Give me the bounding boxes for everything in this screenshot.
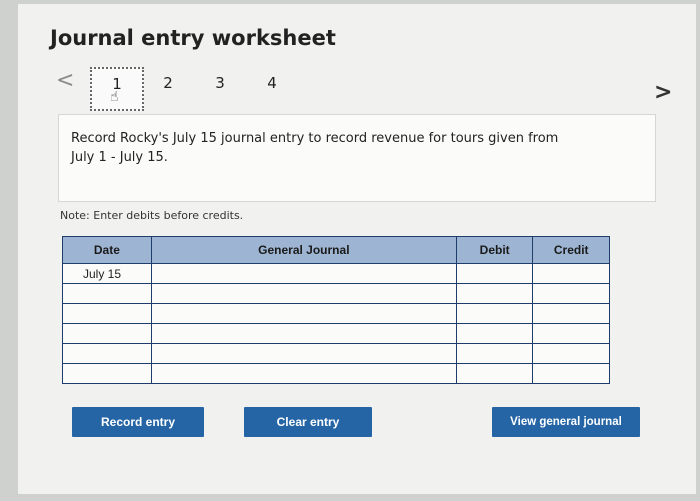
account-input[interactable]	[150, 343, 457, 364]
debit-input[interactable]	[455, 283, 534, 304]
account-input[interactable]	[150, 363, 457, 384]
credit-input[interactable]	[532, 343, 610, 364]
hand-pointer-icon: ☝	[110, 89, 119, 105]
table-row: July 15	[62, 263, 610, 284]
date-cell	[62, 303, 152, 324]
account-input[interactable]	[150, 263, 457, 284]
account-input[interactable]	[150, 323, 457, 344]
debit-input[interactable]	[455, 263, 534, 284]
previous-arrow-icon[interactable]: <	[56, 68, 74, 93]
table-row	[62, 343, 610, 364]
header-debit: Debit	[455, 236, 534, 264]
credit-input[interactable]	[532, 323, 610, 344]
note-text: Note: Enter debits before credits.	[60, 209, 244, 222]
tab-3[interactable]: 3	[210, 74, 230, 92]
page-title: Journal entry worksheet	[50, 26, 336, 50]
table-row	[62, 323, 610, 344]
date-cell	[62, 283, 152, 304]
header-general-journal: General Journal	[150, 236, 457, 264]
account-input[interactable]	[150, 303, 457, 324]
tab-4[interactable]: 4	[262, 74, 282, 92]
table-row	[62, 363, 610, 384]
tab-2[interactable]: 2	[158, 74, 178, 92]
debit-input[interactable]	[455, 303, 534, 324]
credit-input[interactable]	[532, 363, 610, 384]
date-cell	[62, 363, 152, 384]
table-header-row: Date General Journal Debit Credit	[62, 236, 610, 264]
debit-input[interactable]	[455, 363, 534, 384]
header-date: Date	[62, 236, 152, 264]
date-cell	[62, 343, 152, 364]
debit-input[interactable]	[455, 343, 534, 364]
journal-table: Date General Journal Debit Credit July 1…	[62, 236, 610, 384]
worksheet-panel: Journal entry worksheet < > 1 ☝ 2 3 4 Re…	[18, 4, 696, 494]
credit-input[interactable]	[532, 283, 610, 304]
table-row	[62, 303, 610, 324]
credit-input[interactable]	[532, 303, 610, 324]
instruction-line-2: July 1 - July 15.	[71, 150, 168, 165]
record-entry-button[interactable]: Record entry	[72, 407, 204, 437]
instruction-line-1: Record Rocky's July 15 journal entry to …	[71, 131, 559, 146]
credit-input[interactable]	[532, 263, 610, 284]
date-cell	[62, 323, 152, 344]
next-arrow-icon[interactable]: >	[654, 80, 672, 105]
debit-input[interactable]	[455, 323, 534, 344]
clear-entry-button[interactable]: Clear entry	[244, 407, 372, 437]
account-input[interactable]	[150, 283, 457, 304]
header-credit: Credit	[532, 236, 610, 264]
date-cell: July 15	[62, 263, 152, 284]
view-general-journal-button[interactable]: View general journal	[492, 407, 640, 437]
table-row	[62, 283, 610, 304]
tab-1[interactable]: 1 ☝	[90, 67, 144, 111]
instruction-box: Record Rocky's July 15 journal entry to …	[58, 114, 656, 202]
